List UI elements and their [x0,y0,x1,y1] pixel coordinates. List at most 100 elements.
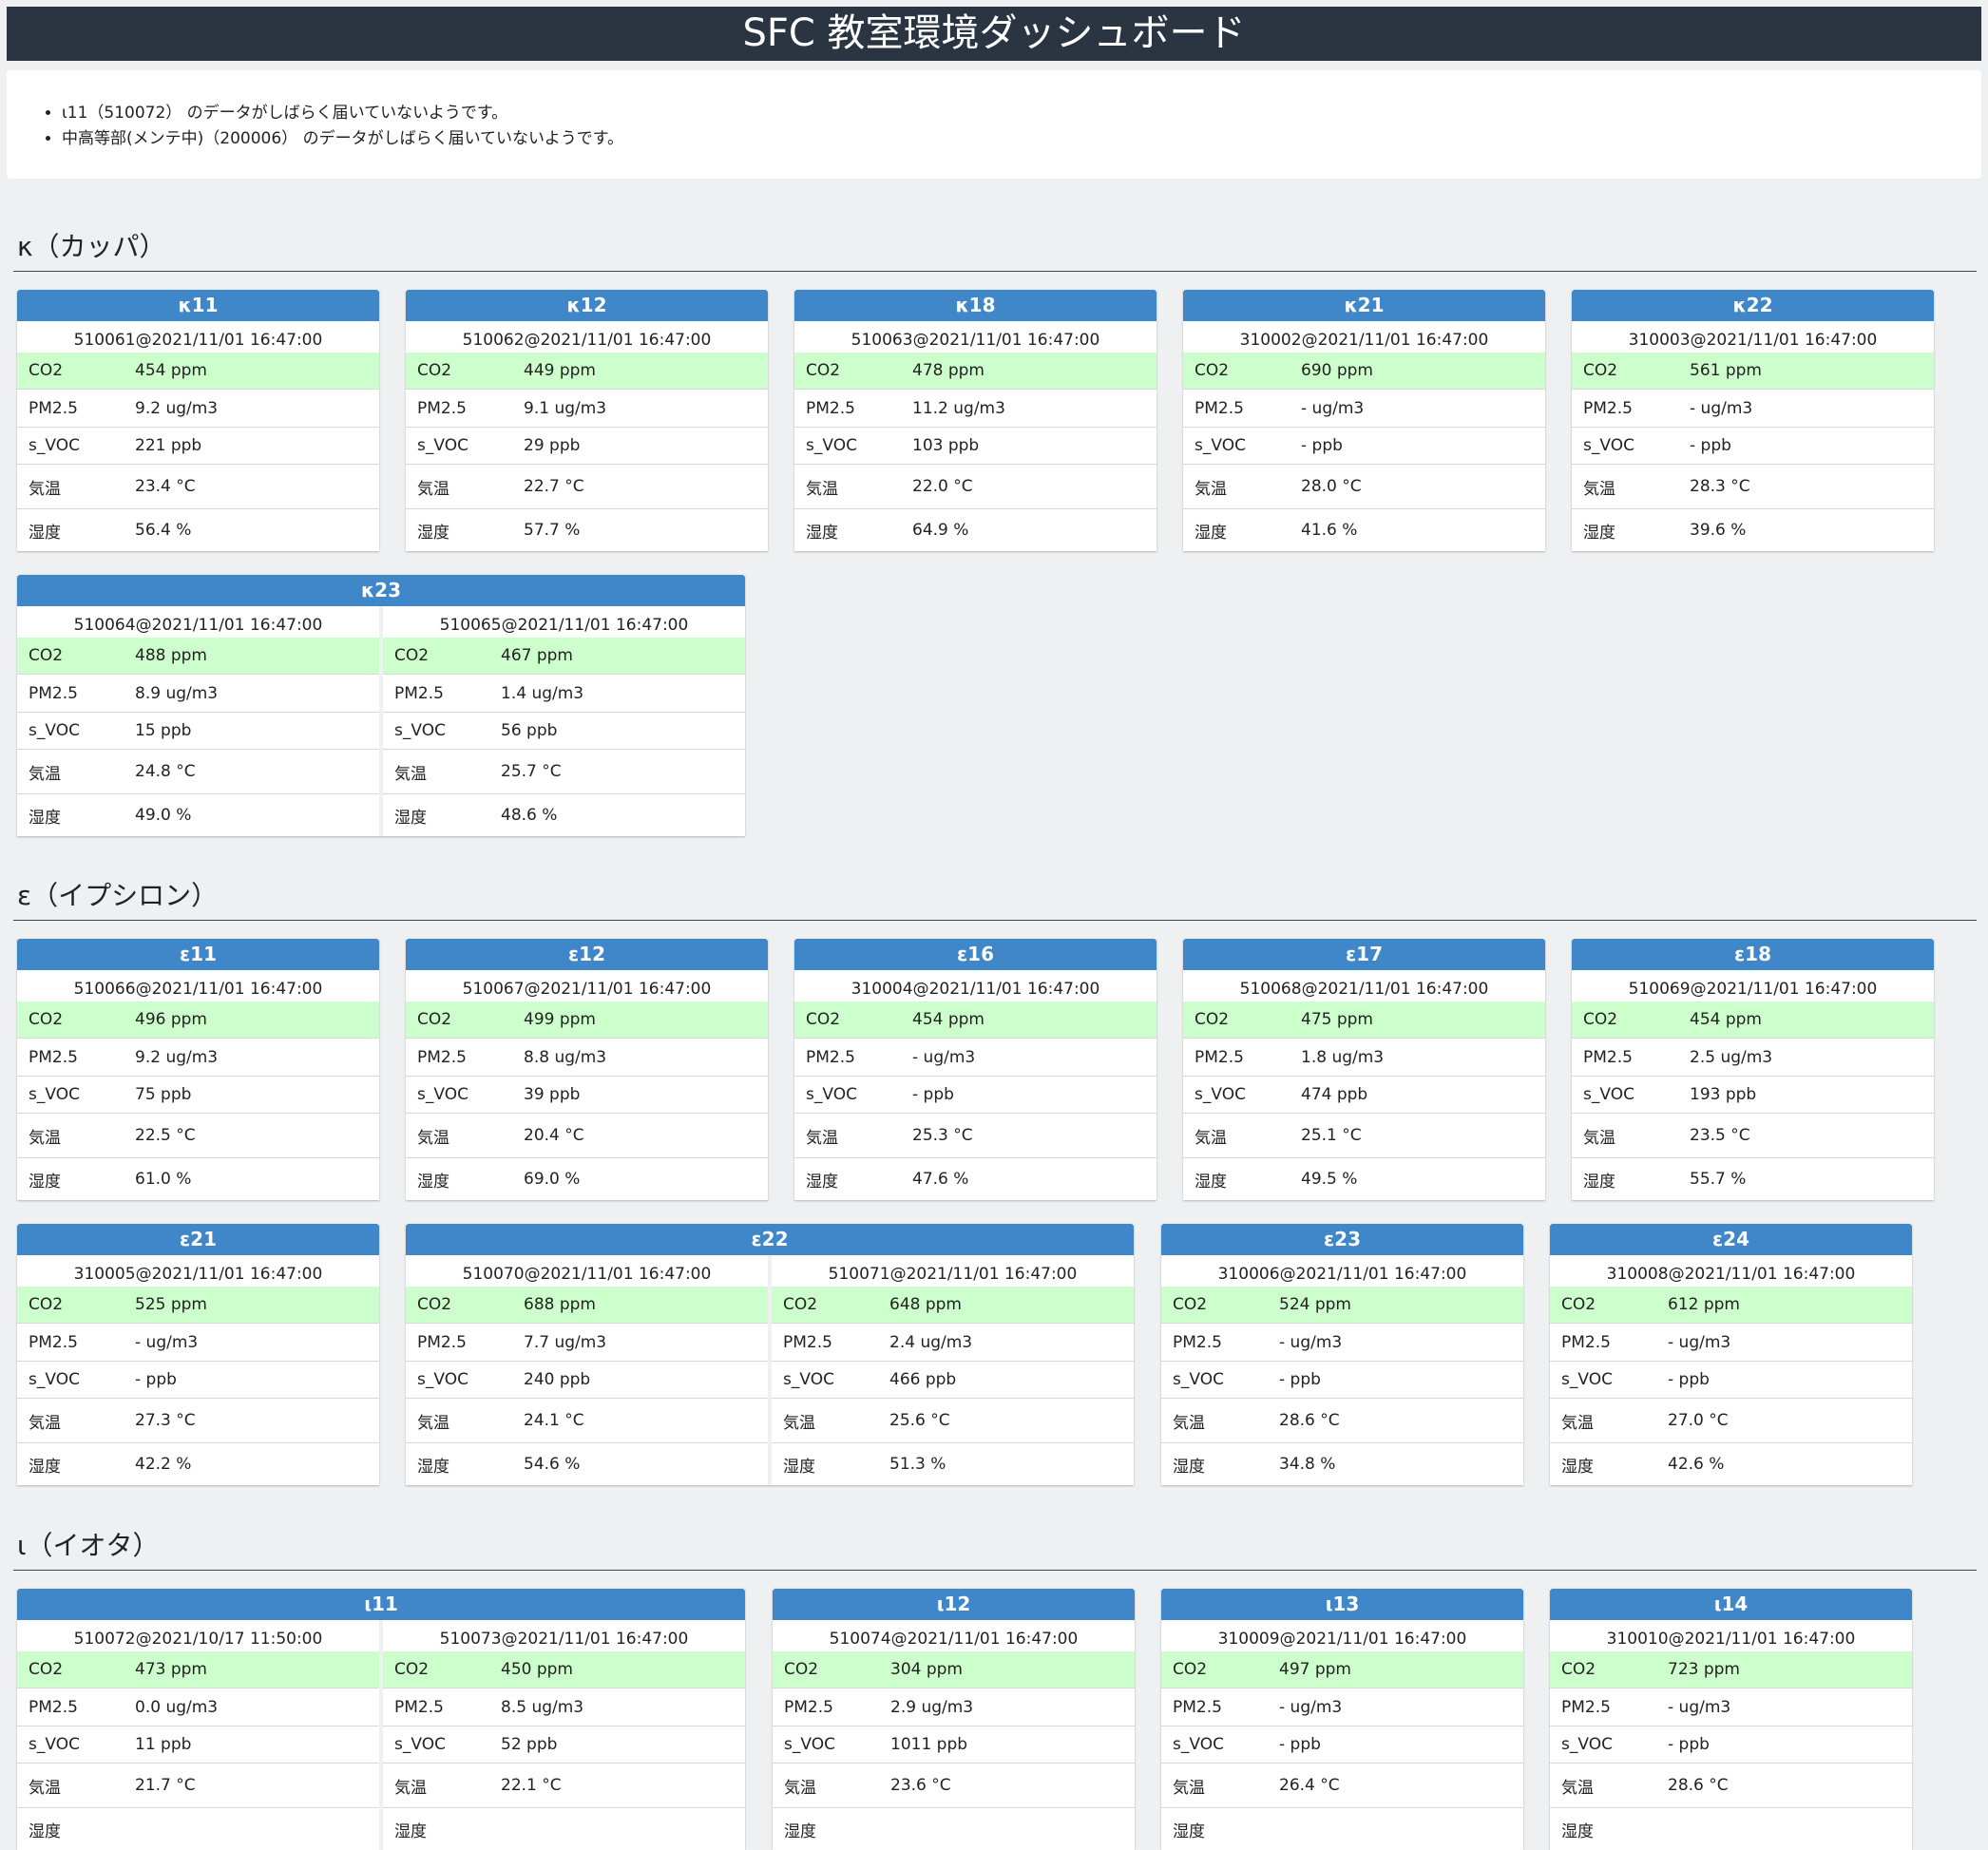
co2-row: CO2 450 ppm [383,1651,745,1688]
room-card: κ22 310003@2021/11/01 16:47:00 CO2 561 ppm P… [1572,290,1934,551]
metric-label: PM2.5 [29,1047,78,1067]
metric-label: s_VOC [1583,436,1634,455]
room-card: κ21 310002@2021/11/01 16:47:00 CO2 690 ppm P… [1183,290,1545,551]
sensor-unit: 510063@2021/11/01 16:47:00 CO2 478 ppm PM2.… [794,321,1156,551]
humidity-row: 湿度 42.2 % [17,1443,379,1485]
temp-row: 気温 22.1 °C [383,1764,745,1808]
metric-value: 20.4 °C [524,1126,584,1145]
metric-label: 湿度 [29,523,61,543]
metric-label: PM2.5 [417,1047,467,1067]
metric-label: CO2 [1561,1295,1596,1314]
svoc-row: s_VOC 75 ppb [17,1077,379,1114]
temp-row: 気温 24.8 °C [17,750,379,794]
sensor-unit: 310004@2021/11/01 16:47:00 CO2 454 ppm PM2.… [794,970,1156,1200]
metric-value: 39 ppb [524,1085,581,1104]
metric-value: 474 ppb [1301,1085,1368,1104]
metric-value: 499 ppm [524,1010,596,1029]
co2-row: CO2 454 ppm [1572,1001,1934,1039]
svoc-row: s_VOC - ppb [1161,1726,1523,1764]
room-name: ε21 [17,1224,379,1255]
pm25-row: PM2.5 - ug/m3 [1572,390,1934,428]
co2-row: CO2 473 ppm [17,1651,379,1688]
metric-label: CO2 [394,1660,430,1679]
metric-value: 25.6 °C [889,1411,950,1430]
co2-row: CO2 488 ppm [17,638,379,675]
pm25-row: PM2.5 8.5 ug/m3 [383,1688,745,1726]
metric-value: 454 ppm [135,361,207,380]
metric-value: - ug/m3 [1668,1697,1731,1717]
sensor-unit: 310002@2021/11/01 16:47:00 CO2 690 ppm PM2.… [1183,321,1545,551]
metric-label: s_VOC [806,1085,857,1104]
metric-value: 28.3 °C [1690,477,1750,496]
metric-label: PM2.5 [806,398,855,418]
metric-label: 気温 [417,1128,449,1148]
svoc-row: s_VOC 474 ppb [1183,1077,1545,1114]
room-name: κ11 [17,290,379,321]
metric-label: s_VOC [1195,1085,1246,1104]
svoc-row: s_VOC - ppb [1183,428,1545,465]
metric-value: 449 ppm [524,361,596,380]
metric-label: 湿度 [29,1457,61,1477]
pm25-row: PM2.5 9.2 ug/m3 [17,390,379,428]
metric-value: 561 ppm [1690,361,1762,380]
room-name: ι12 [773,1589,1135,1620]
sensor-units: 510070@2021/11/01 16:47:00 CO2 688 ppm PM2.… [406,1255,1134,1485]
metric-value: 21.7 °C [135,1776,196,1795]
metric-value: 25.3 °C [912,1126,973,1145]
sensor-id-timestamp: 310009@2021/11/01 16:47:00 [1217,1630,1467,1649]
metric-value: 49.5 % [1301,1170,1358,1189]
co2-row: CO2 496 ppm [17,1001,379,1039]
metric-label: PM2.5 [783,1332,832,1352]
metric-value: 2.4 ug/m3 [889,1332,973,1352]
metric-value: 27.3 °C [135,1411,196,1430]
pm25-row: PM2.5 11.2 ug/m3 [794,390,1156,428]
temp-row: 気温 27.3 °C [17,1399,379,1443]
co2-row: CO2 449 ppm [406,353,768,390]
temp-row: 気温 23.5 °C [1572,1114,1934,1158]
temp-row: 気温 25.6 °C [772,1399,1134,1443]
co2-row: CO2 561 ppm [1572,353,1934,390]
metric-label: CO2 [29,646,64,665]
metric-value: 1011 ppb [890,1735,968,1754]
humidity-row: 湿度 48.6 % [383,794,745,836]
metric-value: 23.5 °C [1690,1126,1750,1145]
metric-value: 478 ppm [912,361,984,380]
sensor-id-timestamp: 510062@2021/11/01 16:47:00 [462,331,712,350]
metric-label: s_VOC [417,1370,468,1389]
sensor-id-timestamp: 510065@2021/11/01 16:47:00 [439,616,689,635]
metric-label: CO2 [806,361,841,380]
metric-label: PM2.5 [784,1697,833,1717]
section-title: ι（イオタ） [17,1530,160,1561]
co2-row: CO2 690 ppm [1183,353,1545,390]
sensor-id-timestamp: 310010@2021/11/01 16:47:00 [1606,1630,1856,1649]
metric-value: 304 ppm [890,1660,963,1679]
metric-label: 湿度 [783,1457,815,1477]
metric-label: CO2 [394,646,430,665]
metric-value: - ug/m3 [1279,1332,1343,1352]
metric-label: 湿度 [1173,1457,1205,1477]
metric-value: 23.4 °C [135,477,196,496]
metric-value: 612 ppm [1668,1295,1740,1314]
metric-label: 湿度 [29,1821,61,1841]
metric-value: 42.2 % [135,1455,192,1474]
temp-row: 気温 28.6 °C [1550,1764,1912,1808]
co2-row: CO2 688 ppm [406,1287,768,1324]
room-card: ε12 510067@2021/11/01 16:47:00 CO2 499 ppm P… [406,939,768,1200]
metric-value: 24.1 °C [524,1411,584,1430]
alert-list: ι11（510072） のデータがしばらく届いていないようです。 中高等部(メン… [7,101,623,152]
room-name: ε11 [17,939,379,970]
metric-label: s_VOC [394,721,446,740]
co2-row: CO2 475 ppm [1183,1001,1545,1039]
sensor-units: 310010@2021/11/01 16:47:00 CO2 723 ppm PM2.… [1550,1620,1912,1850]
pm25-row: PM2.5 8.9 ug/m3 [17,675,379,713]
sensor-id-timestamp: 510069@2021/11/01 16:47:00 [1628,980,1878,999]
humidity-row: 湿度 [1550,1808,1912,1850]
humidity-row: 湿度 34.8 % [1161,1443,1523,1485]
room-card: ε22 510070@2021/11/01 16:47:00 CO2 688 ppm P… [406,1224,1134,1485]
humidity-row: 湿度 42.6 % [1550,1443,1912,1485]
sensor-id-timestamp: 510067@2021/11/01 16:47:00 [462,980,712,999]
temp-row: 気温 22.0 °C [794,465,1156,509]
metric-label: 気温 [783,1413,815,1433]
sensor-id-timestamp: 510072@2021/10/17 11:50:00 [73,1630,323,1649]
metric-value: - ppb [1668,1735,1710,1754]
